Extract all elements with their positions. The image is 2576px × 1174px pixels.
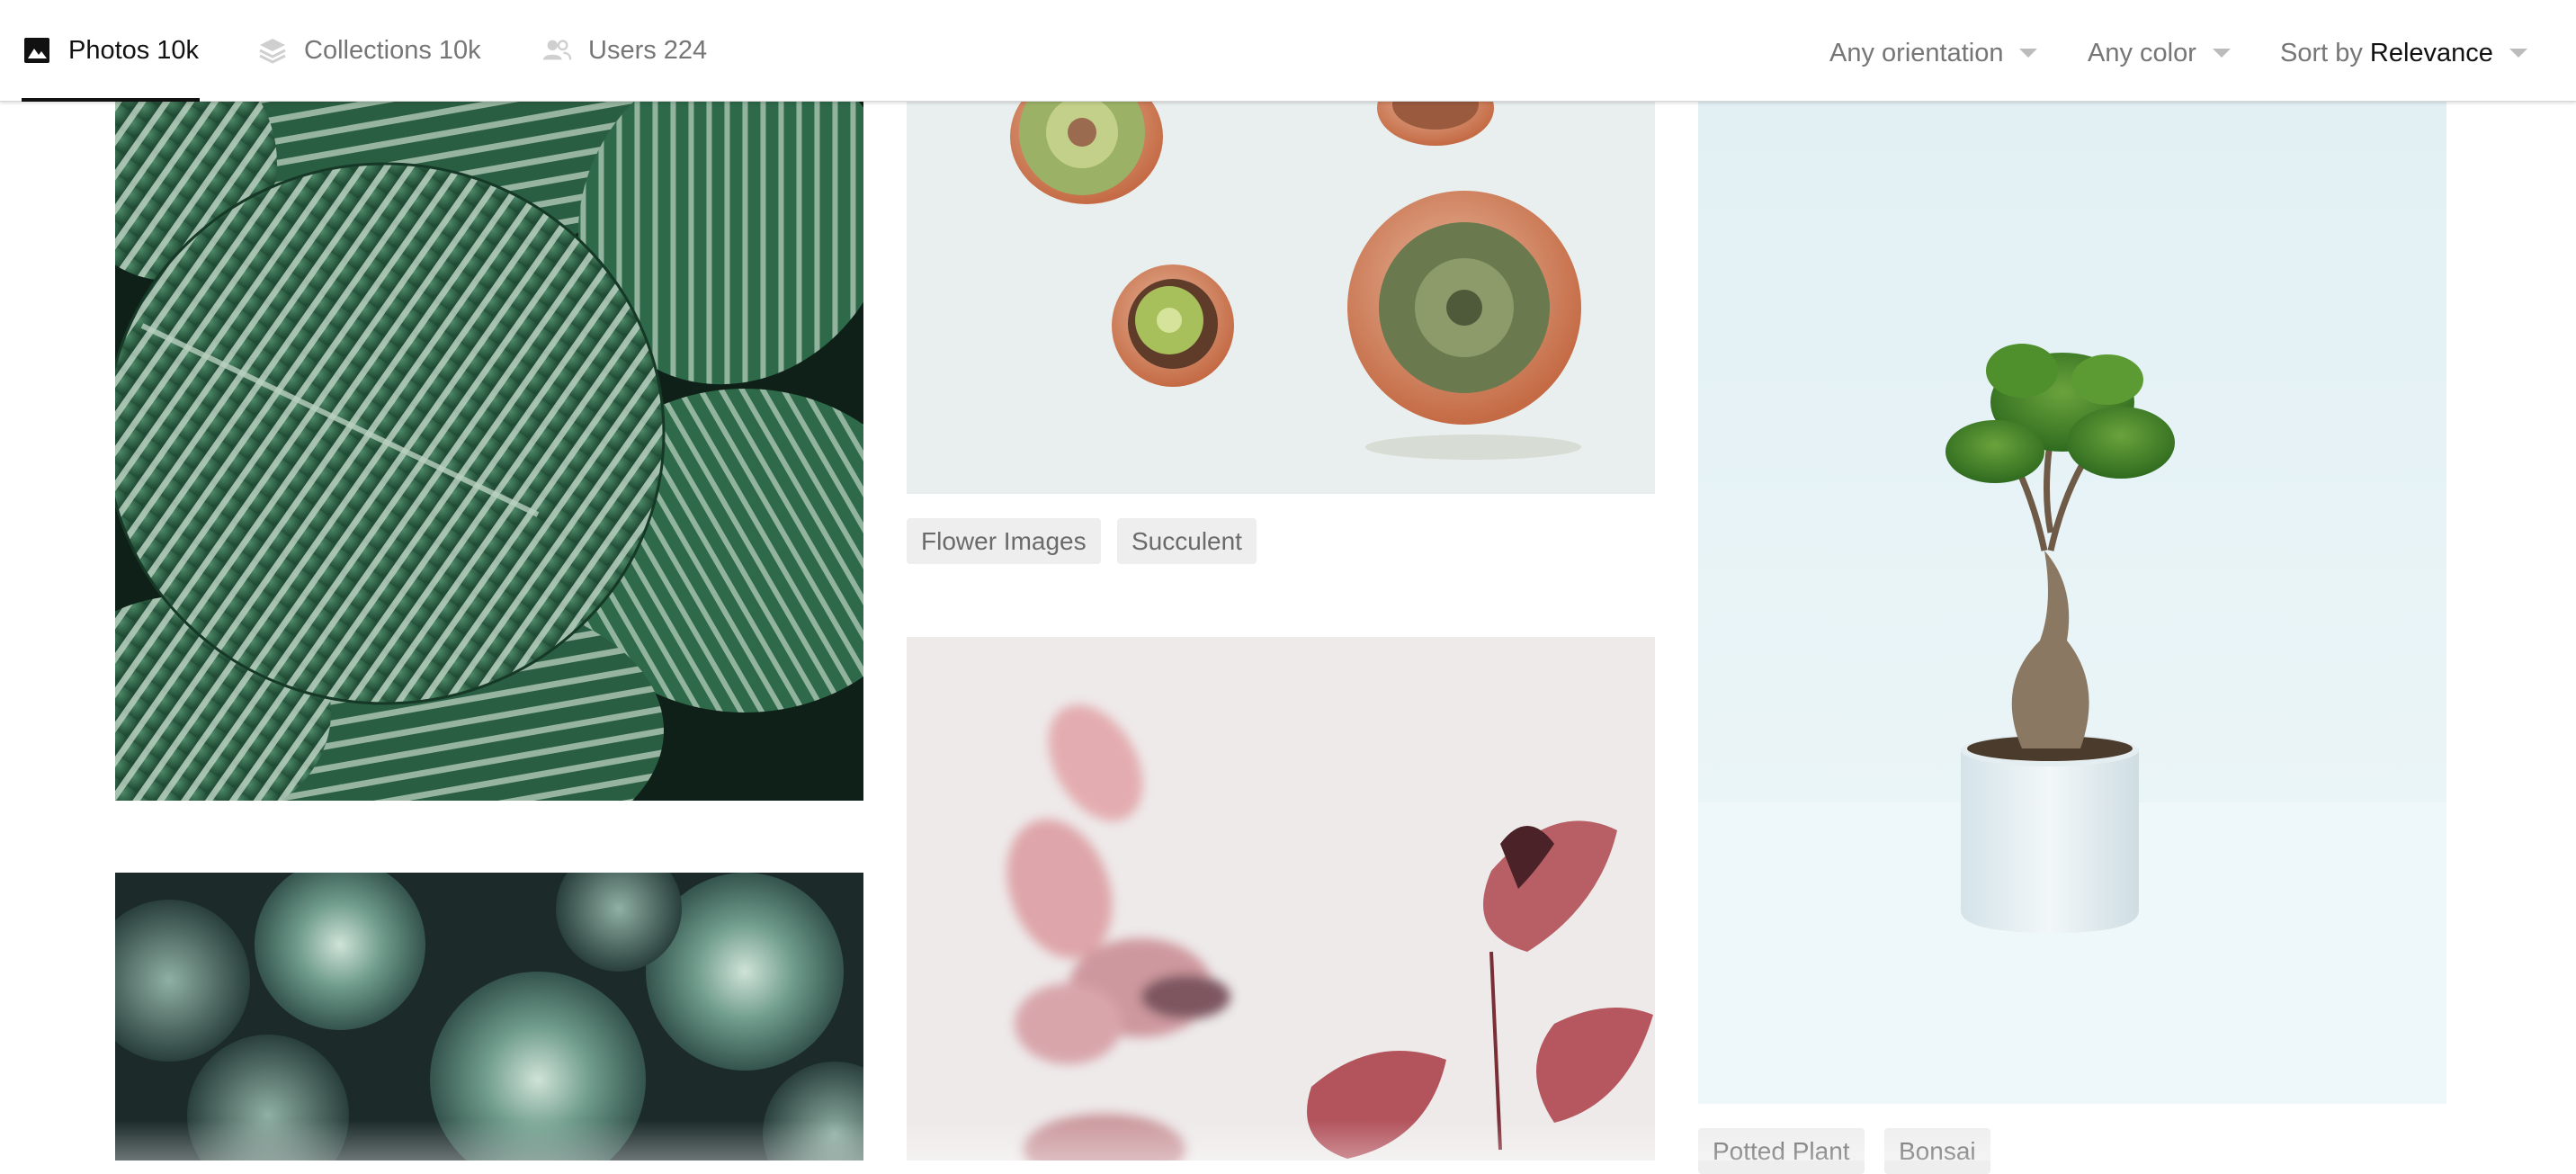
tag-bonsai[interactable]: Bonsai (1884, 1128, 1990, 1174)
tab-photos-label: Photos (68, 35, 150, 65)
tag-succulent[interactable]: Succulent (1117, 518, 1257, 564)
tab-collections-count: 10k (438, 35, 481, 65)
tag-label: Flower Images (921, 526, 1087, 555)
photo-succulent-pots[interactable] (907, 101, 1655, 494)
sort-value-label: Relevance (2369, 38, 2493, 67)
tab-users-label: Users (588, 35, 657, 65)
tag-flower-images[interactable]: Flower Images (907, 518, 1101, 564)
layers-icon (257, 35, 288, 66)
orientation-filter-dropdown[interactable]: Any orientation (1829, 0, 2038, 106)
sort-prefix-label: Sort by (2280, 38, 2363, 67)
tag-label: Bonsai (1899, 1136, 1976, 1165)
tag-label: Potted Plant (1713, 1136, 1850, 1165)
tag-label: Succulent (1131, 526, 1242, 555)
color-filter-dropdown[interactable]: Any color (2088, 0, 2231, 106)
sort-dropdown[interactable]: Sort by Relevance (2280, 0, 2527, 106)
photo-bonsai-potted-plant[interactable] (1698, 101, 2446, 1104)
tab-collections[interactable]: Collections 10k (257, 0, 491, 101)
chevron-down-icon (2019, 49, 2038, 58)
color-filter-label: Any color (2088, 38, 2196, 67)
search-results-toolbar: Photos 10k Collections 10k Users 224 Any… (0, 0, 2576, 102)
tab-photos[interactable]: Photos 10k (22, 0, 200, 102)
photo-pink-leaves[interactable] (907, 637, 1655, 1161)
users-icon (541, 35, 572, 66)
tab-collections-label: Collections (304, 35, 432, 65)
tab-users[interactable]: Users 224 (541, 0, 721, 101)
photo-calathea-leaves[interactable] (115, 101, 863, 801)
chevron-down-icon (2212, 49, 2231, 58)
photo-echeveria-succulents[interactable] (115, 873, 863, 1161)
tag-potted-plant[interactable]: Potted Plant (1698, 1128, 1865, 1174)
tab-photos-count: 10k (157, 35, 200, 65)
chevron-down-icon (2509, 49, 2527, 58)
image-icon (22, 35, 52, 66)
orientation-filter-label: Any orientation (1829, 38, 2004, 67)
tab-users-count: 224 (663, 35, 708, 65)
